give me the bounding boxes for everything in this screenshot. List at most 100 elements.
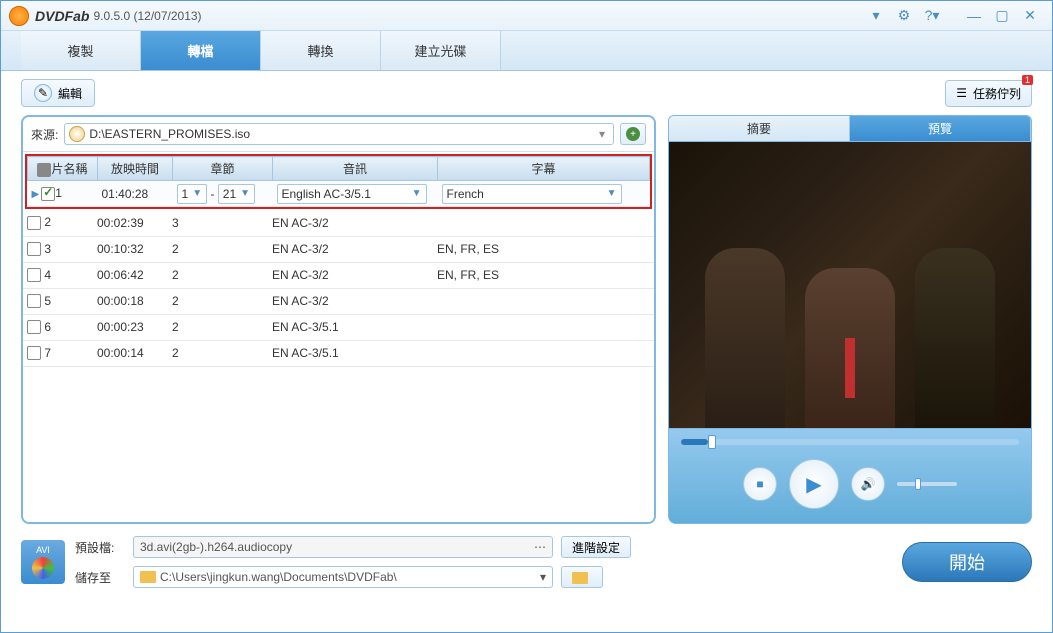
subtitle-dropdown[interactable]: French▼ — [442, 184, 622, 204]
table-row[interactable]: 300:10:322EN AC-3/2EN, FR, ES — [23, 236, 654, 262]
minimize-icon[interactable]: — — [966, 8, 982, 24]
preview-tabs: 摘要 預覽 — [668, 115, 1032, 141]
row-checkbox[interactable] — [27, 268, 41, 282]
table-row[interactable]: 600:00:232EN AC-3/5.1 — [23, 314, 654, 340]
format-icon[interactable]: AVI — [21, 540, 65, 584]
menu-down-icon[interactable]: ▾ — [868, 8, 884, 24]
preview-panel: 摘要 預覽 ■ ▶ 🔊 — [668, 115, 1032, 524]
row-checkbox[interactable] — [41, 187, 55, 201]
cell-chapter: 2 — [168, 314, 268, 340]
chapter-from-dropdown[interactable]: 1▼ — [177, 184, 208, 204]
player-controls: ■ ▶ 🔊 — [668, 429, 1032, 524]
cell-runtime: 00:00:23 — [93, 314, 168, 340]
advanced-button[interactable]: 進階設定 — [561, 536, 631, 558]
cell-audio: EN AC-3/2 — [268, 210, 433, 236]
tab-rip[interactable]: 轉檔 — [141, 31, 261, 70]
cell-subtitle: EN, FR, ES — [433, 236, 654, 262]
chevron-down-icon: ▼ — [192, 188, 202, 199]
col-name: 片名稱 — [28, 157, 98, 181]
preset-label: 預設檔: — [75, 539, 125, 556]
preview-frame — [669, 142, 1031, 428]
titlebar: DVDFab 9.0.5.0 (12/07/2013) ▾ ⚙ ?▾ — ▢ ✕ — [1, 1, 1052, 31]
table-row[interactable]: 700:00:142EN AC-3/5.1 — [23, 340, 654, 366]
col-audio[interactable]: 音訊 — [273, 157, 438, 181]
cell-runtime: 00:02:39 — [93, 210, 168, 236]
browse-folder-button[interactable] — [561, 566, 603, 588]
task-queue-label: 任務佇列 — [973, 85, 1021, 102]
save-label: 儲存至 — [75, 569, 125, 586]
close-icon[interactable]: ✕ — [1022, 8, 1038, 24]
save-dropdown-icon[interactable]: ▾ — [540, 570, 546, 584]
format-label: AVI — [36, 545, 50, 555]
tab-copy[interactable]: 複製 — [21, 31, 141, 70]
source-input[interactable]: D:\EASTERN_PROMISES.iso ▾ — [64, 123, 614, 145]
disc-icon — [69, 126, 85, 142]
cell-chapter: 1▼ - 21▼ — [173, 181, 273, 207]
tab-convert[interactable]: 轉換 — [261, 31, 381, 70]
highlighted-header-row: 片名稱 放映時間 章節 音訊 字幕 ▶1 01:40:28 1▼ - — [25, 154, 652, 209]
cell-audio: EN AC-3/2 — [268, 236, 433, 262]
tab-summary[interactable]: 摘要 — [669, 116, 850, 141]
video-preview[interactable] — [668, 141, 1032, 429]
preset-browse-icon[interactable]: ⋯ — [534, 540, 546, 554]
col-runtime[interactable]: 放映時間 — [98, 157, 173, 181]
cell-subtitle — [433, 340, 654, 366]
source-row: 來源: D:\EASTERN_PROMISES.iso ▾ + — [23, 117, 654, 152]
edit-label: 編輯 — [58, 85, 82, 102]
cell-chapter: 2 — [168, 262, 268, 288]
stop-button[interactable]: ■ — [743, 467, 777, 501]
title-list-panel: 來源: D:\EASTERN_PROMISES.iso ▾ + 片名稱 放映時間… — [21, 115, 656, 524]
cell-chapter: 2 — [168, 340, 268, 366]
table-row[interactable]: 500:00:182EN AC-3/2 — [23, 288, 654, 314]
row-checkbox[interactable] — [27, 294, 41, 308]
col-subtitle[interactable]: 字幕 — [438, 157, 650, 181]
add-plus-icon: + — [626, 127, 640, 141]
title-table-body: 200:02:393EN AC-3/2 300:10:322EN AC-3/2E… — [23, 210, 654, 367]
preset-input[interactable]: 3d.avi(2gb-).h264.audiocopy ⋯ — [133, 536, 553, 558]
cell-chapter: 2 — [168, 288, 268, 314]
tab-creator[interactable]: 建立光碟 — [381, 31, 501, 70]
help-icon[interactable]: ?▾ — [924, 8, 940, 24]
source-dropdown-icon[interactable]: ▾ — [595, 127, 609, 141]
play-button[interactable]: ▶ — [789, 459, 839, 509]
task-list-icon: ☰ — [956, 86, 967, 100]
disc-icon — [32, 557, 54, 579]
row-checkbox[interactable] — [27, 346, 41, 360]
save-input[interactable]: C:\Users\jingkun.wang\Documents\DVDFab\ … — [133, 566, 553, 588]
cell-chapter: 3 — [168, 210, 268, 236]
seek-slider[interactable] — [681, 439, 1019, 445]
chapter-to-dropdown[interactable]: 21▼ — [218, 184, 255, 204]
app-name: DVDFab — [35, 8, 89, 24]
row-checkbox[interactable] — [27, 216, 41, 230]
audio-dropdown[interactable]: English AC-3/5.1▼ — [277, 184, 427, 204]
start-button[interactable]: 開始 — [902, 542, 1032, 582]
cell-runtime: 00:06:42 — [93, 262, 168, 288]
cell-runtime: 00:10:32 — [93, 236, 168, 262]
tab-preview[interactable]: 預覽 — [850, 116, 1031, 141]
maximize-icon[interactable]: ▢ — [994, 8, 1010, 24]
volume-button[interactable]: 🔊 — [851, 467, 885, 501]
seek-thumb[interactable] — [708, 435, 716, 449]
row-checkbox[interactable] — [27, 242, 41, 256]
select-all-checkbox[interactable] — [37, 163, 51, 177]
app-version: 9.0.5.0 (12/07/2013) — [93, 9, 201, 23]
row-checkbox[interactable] — [27, 320, 41, 334]
cell-audio: EN AC-3/2 — [268, 262, 433, 288]
table-row[interactable]: 400:06:422EN AC-3/2EN, FR, ES — [23, 262, 654, 288]
table-row[interactable]: ▶1 01:40:28 1▼ - 21▼ English AC-3/5.1▼ F… — [28, 181, 650, 207]
cell-runtime: 00:00:18 — [93, 288, 168, 314]
edit-icon: ✎ — [34, 84, 52, 102]
cell-audio: EN AC-3/5.1 — [268, 340, 433, 366]
volume-slider[interactable] — [897, 482, 957, 486]
table-row[interactable]: 200:02:393EN AC-3/2 — [23, 210, 654, 236]
sub-toolbar: ✎ 編輯 ☰ 任務佇列 1 — [1, 71, 1052, 115]
add-source-button[interactable]: + — [620, 123, 646, 145]
col-chapter[interactable]: 章節 — [173, 157, 273, 181]
cell-subtitle — [433, 210, 654, 236]
folder-icon — [140, 571, 156, 583]
settings-icon[interactable]: ⚙ — [896, 8, 912, 24]
task-queue-button[interactable]: ☰ 任務佇列 1 — [945, 80, 1032, 107]
folder-icon — [572, 572, 588, 584]
edit-button[interactable]: ✎ 編輯 — [21, 79, 95, 107]
volume-thumb[interactable] — [915, 478, 921, 490]
